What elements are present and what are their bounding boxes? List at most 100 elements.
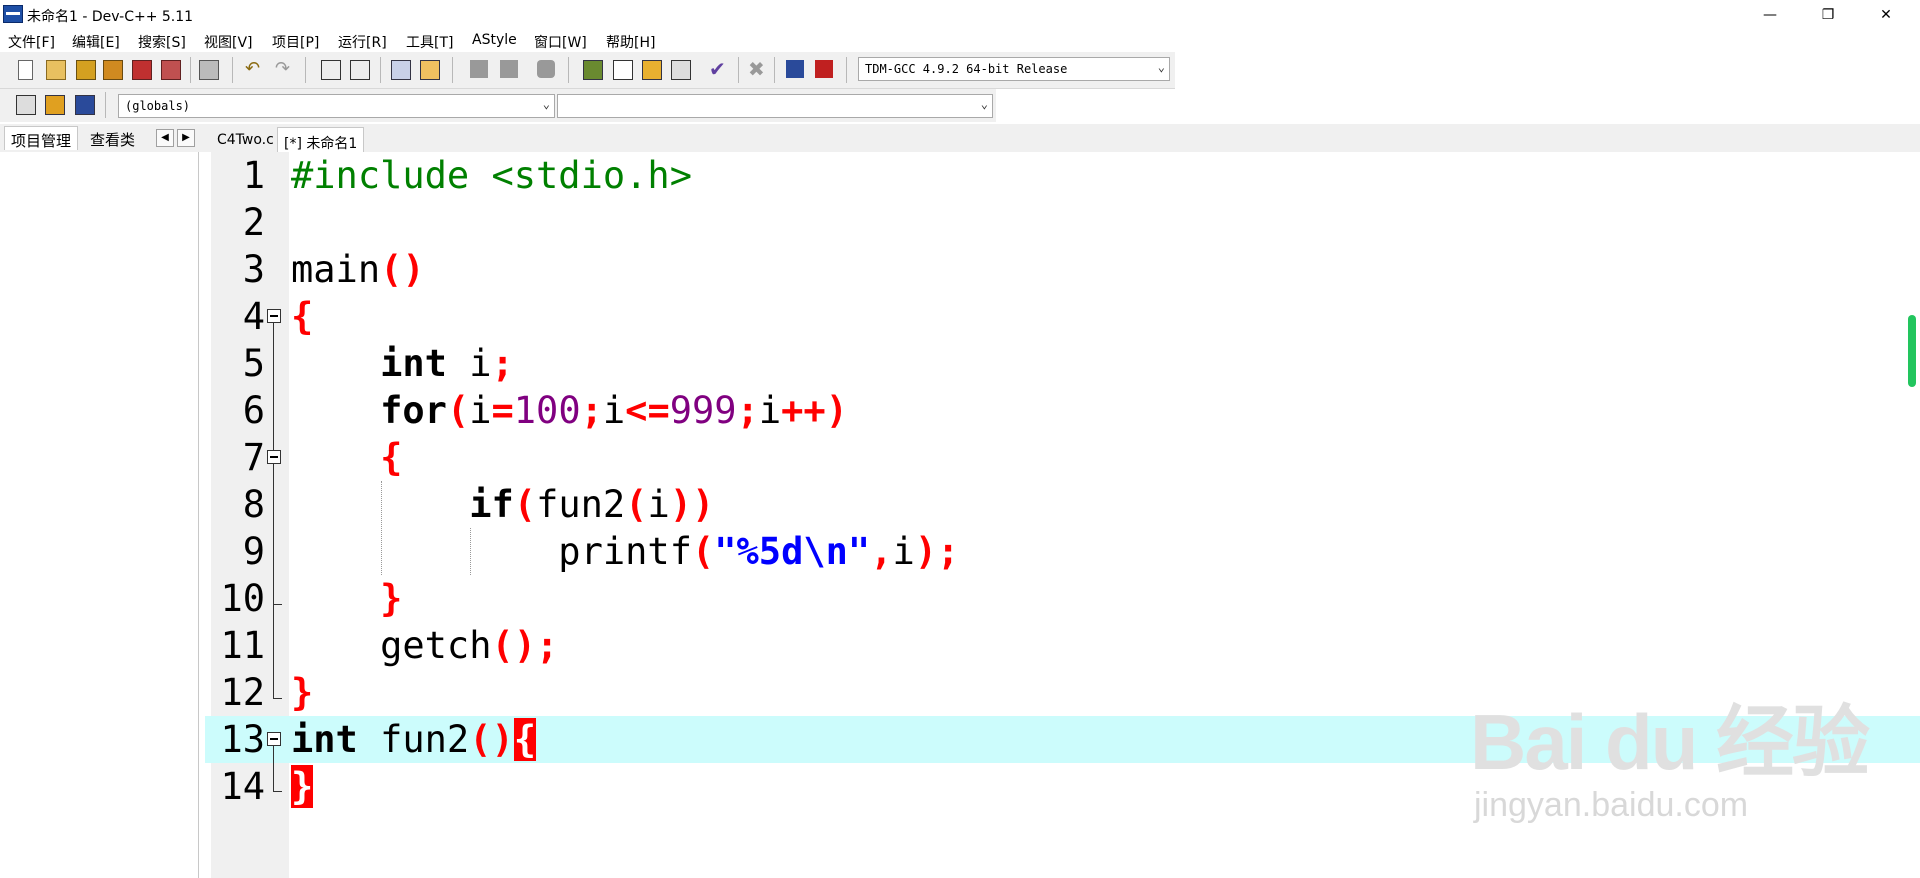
toolbar-separator [190,57,191,83]
tab-scroll-left-button[interactable]: ◀ [156,129,174,147]
member-select[interactable]: ⌄ [557,94,993,118]
code-line: 10 } [205,575,1920,622]
class-browser-icon[interactable] [75,95,95,115]
menu-window[interactable]: 窗口[W] [534,32,587,52]
tab-scroll-right-button[interactable]: ▶ [177,129,195,147]
code-line: 1 #include <stdio.h> [205,152,1920,199]
code-line: 8 if(fun2(i)) [205,481,1920,528]
chevron-down-icon: ⌄ [1157,60,1165,74]
toolbar-separator [568,57,569,83]
toolbar-separator [380,57,381,83]
menu-edit[interactable]: 编辑[E] [72,32,120,52]
scope-select[interactable]: (globals) ⌄ [118,94,555,118]
code-text: } [291,671,314,714]
chevron-down-icon: ⌄ [542,97,550,111]
line-number: 12 [220,671,265,714]
line-number: 14 [220,765,265,808]
print-icon[interactable] [199,60,219,80]
stop-icon[interactable]: ✖ [748,59,766,79]
main-toolbar: ↶ ↷ ✔ ✖ TDM-GCC 4.9.2 64-bit Release ⌄ [0,52,1175,89]
unindent-icon[interactable] [420,60,440,80]
goto-icon[interactable] [45,95,65,115]
check-syntax-icon[interactable]: ✔ [709,59,727,79]
close-all-icon[interactable] [161,60,181,80]
code-text: for(i=100;i<=999;i++) [380,389,848,432]
minimize-icon: — [1763,6,1777,23]
insert-icon[interactable] [16,95,36,115]
compiler-select[interactable]: TDM-GCC 4.9.2 64-bit Release ⌄ [858,57,1170,81]
toggle-bookmark-icon[interactable] [537,60,555,78]
toolbar-separator [232,57,233,83]
rebuild-icon[interactable] [671,60,691,80]
open-file-icon[interactable] [46,60,66,80]
minimize-button[interactable]: — [1747,0,1793,29]
code-text: #include <stdio.h> [291,154,692,197]
window-title: 未命名1 - Dev-C++ 5.11 [27,9,194,25]
restore-button[interactable]: ❐ [1805,0,1851,29]
code-line: 2 [205,199,1920,246]
code-line: 11 getch(); [205,622,1920,669]
close-button[interactable]: ✕ [1863,0,1909,29]
save-icon[interactable] [76,60,96,80]
left-panel-tabs: 项目管理 查看类 ◀ ▶ [0,124,205,152]
fold-end [273,698,282,699]
menu-tools[interactable]: 工具[T] [406,32,453,52]
line-number: 9 [242,530,265,573]
indent-guide [381,481,382,575]
compile-run-icon[interactable] [642,60,662,80]
code-line: 7 { [205,434,1920,481]
tab-project-manager[interactable]: 项目管理 [4,126,79,150]
save-all-icon[interactable] [103,60,123,80]
line-number: 3 [242,248,265,291]
line-number: 2 [242,201,265,244]
menu-search[interactable]: 搜索[S] [138,32,186,52]
code-text: } [380,577,403,620]
tab-untitled1[interactable]: [*] 未命名1 [277,127,365,152]
tab-class-view[interactable]: 查看类 [84,126,141,150]
replace-icon[interactable] [350,60,370,80]
fold-toggle-icon[interactable] [267,450,281,464]
redo-icon[interactable]: ↷ [275,60,293,78]
close-file-icon[interactable] [132,60,152,80]
devcpp-app-icon [3,5,23,23]
delete-profile-icon[interactable] [815,60,833,78]
menu-view[interactable]: 视图[V] [204,32,253,52]
indent-guide [470,528,471,575]
code-text: { [380,436,403,479]
scrollbar-thumb[interactable] [1908,315,1916,387]
toolbar-separator [105,92,106,118]
fold-toggle-icon[interactable] [267,309,281,323]
toolbar-separator [774,57,775,83]
class-toolbar: (globals) ⌄ ⌄ [0,89,996,122]
line-number: 1 [242,154,265,197]
bookmark-prev-icon[interactable] [470,60,488,78]
new-file-icon[interactable] [18,60,33,80]
compile-icon[interactable] [583,60,603,80]
code-text: int fun2(){ [291,718,537,761]
run-icon[interactable] [613,60,633,80]
line-number: 11 [220,624,265,667]
bookmark-next-icon[interactable] [500,60,518,78]
menu-help[interactable]: 帮助[H] [606,32,655,52]
line-number: 10 [220,577,265,620]
menu-bar: 文件[F] 编辑[E] 搜索[S] 视图[V] 项目[P] 运行[R] 工具[T… [0,29,1920,52]
menu-project[interactable]: 项目[P] [272,32,319,52]
line-number: 7 [242,436,265,479]
fold-toggle-icon[interactable] [267,732,281,746]
code-line: 3 main() [205,246,1920,293]
project-panel[interactable] [0,152,199,878]
profile-icon[interactable] [786,60,804,78]
fold-end [273,604,282,605]
menu-file[interactable]: 文件[F] [8,32,55,52]
menu-astyle[interactable]: AStyle [472,32,517,48]
undo-icon[interactable]: ↶ [245,60,263,78]
watermark-logo: Bai du 经验 [1470,698,1870,786]
find-icon[interactable] [321,60,341,80]
tab-c4two[interactable]: C4Two.c [211,127,280,152]
baidu-watermark: Bai du 经验 jingyan.baidu.com [1470,680,1870,825]
menu-run[interactable]: 运行[R] [338,32,387,52]
indent-icon[interactable] [391,60,411,80]
toolbar-separator [846,57,847,83]
toolbar-separator [305,57,306,83]
code-text: { [291,295,314,338]
